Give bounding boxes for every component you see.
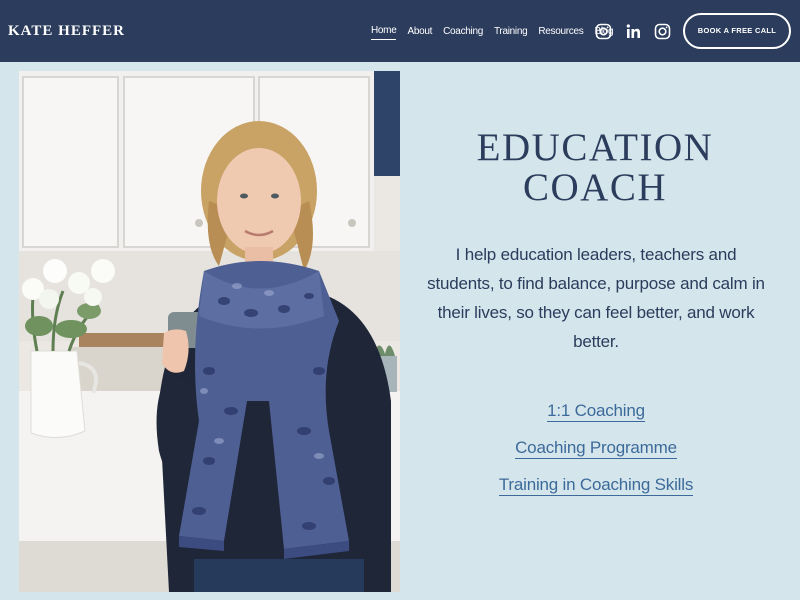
nav-about[interactable]: About [407, 25, 432, 39]
nav-resources[interactable]: Resources [538, 25, 583, 39]
link-1-1-coaching[interactable]: 1:1 Coaching [547, 400, 645, 422]
hero-title-line-1: EDUCATION [476, 126, 714, 169]
link-training-coaching-skills[interactable]: Training in Coaching Skills [498, 474, 693, 496]
book-free-call-button[interactable]: BOOK A FREE CALL [683, 13, 791, 49]
linkedin-icon[interactable] [625, 23, 642, 40]
nav-training[interactable]: Training [494, 25, 528, 39]
site-header: KATE HEFFER Home About Coaching Training… [0, 0, 800, 62]
hero-links: 1:1 Coaching Coaching Programme Training… [446, 400, 746, 511]
nav-home[interactable]: Home [371, 24, 397, 40]
instagram-icon[interactable] [595, 23, 612, 40]
hero-title-line-2: COACH [522, 166, 668, 209]
site-logo[interactable]: KATE HEFFER [8, 22, 125, 40]
link-coaching-programme[interactable]: Coaching Programme [515, 437, 677, 459]
instagram-icon[interactable] [654, 23, 671, 40]
nav-coaching[interactable]: Coaching [443, 25, 483, 39]
hero-description: I help education leaders, teachers and s… [427, 245, 765, 351]
main-nav: Home About Coaching Training Resources B… [371, 24, 614, 40]
hero-photo [19, 71, 400, 592]
hero-title: EDUCATION COACH [420, 128, 770, 208]
